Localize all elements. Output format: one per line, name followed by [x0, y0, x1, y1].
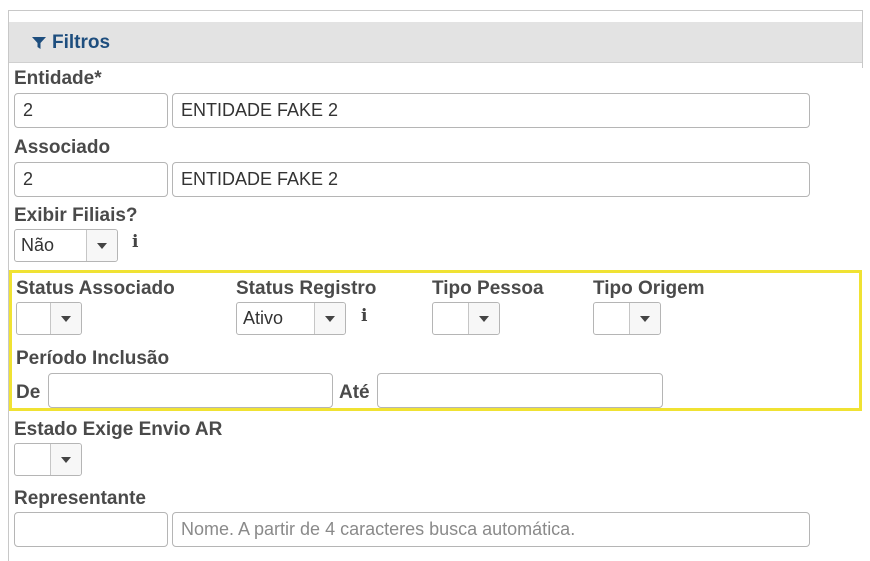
estado-exige-envio-ar-dropdown-button[interactable] — [50, 444, 81, 475]
exibir-filiais-value: Não — [21, 235, 55, 255]
entidade-code-input[interactable]: 2 — [14, 93, 168, 128]
filters-title-label: Filtros — [52, 32, 111, 53]
chevron-down-icon — [61, 456, 71, 463]
associado-name-input[interactable]: ENTIDADE FAKE 2 — [172, 162, 810, 197]
status-registro-dropdown-button[interactable] — [314, 303, 345, 334]
exibir-filiais-select[interactable]: Não — [14, 229, 118, 262]
status-associado-select[interactable] — [16, 302, 82, 335]
representante-code-input[interactable] — [14, 512, 168, 547]
tipo-origem-label: Tipo Origem — [593, 278, 705, 299]
periodo-ate-input[interactable] — [377, 373, 663, 408]
exibir-filiais-dropdown-button[interactable] — [86, 230, 117, 261]
tipo-origem-select[interactable] — [593, 302, 661, 335]
info-icon[interactable]: i — [132, 232, 138, 252]
entidade-name-input[interactable]: ENTIDADE FAKE 2 — [172, 93, 810, 128]
tipo-origem-value — [594, 303, 629, 334]
status-registro-select[interactable]: Ativo — [236, 302, 346, 335]
panel-border-right — [862, 10, 863, 68]
periodo-de-input[interactable] — [48, 373, 333, 408]
chevron-down-icon — [640, 315, 650, 322]
filters-panel-header[interactable]: Filtros — [9, 22, 862, 63]
associado-code-input[interactable]: 2 — [14, 162, 168, 197]
tipo-pessoa-label: Tipo Pessoa — [432, 278, 544, 299]
status-associado-dropdown-button[interactable] — [50, 303, 81, 334]
entidade-label: Entidade* — [14, 68, 102, 89]
representante-label: Representante — [14, 488, 146, 509]
estado-exige-envio-ar-select[interactable] — [14, 443, 82, 476]
chevron-down-icon — [61, 315, 71, 322]
status-registro-value: Ativo — [243, 308, 284, 328]
estado-exige-envio-ar-label: Estado Exige Envio AR — [14, 419, 223, 440]
tipo-pessoa-select[interactable] — [432, 302, 500, 335]
panel-border-top — [8, 10, 863, 11]
periodo-inclusao-label: Período Inclusão — [16, 348, 170, 369]
status-associado-label: Status Associado — [16, 278, 175, 299]
estado-exige-envio-ar-value — [15, 444, 50, 475]
periodo-ate-label: Até — [339, 382, 370, 403]
filter-icon — [32, 37, 46, 49]
chevron-down-icon — [479, 315, 489, 322]
tipo-pessoa-dropdown-button[interactable] — [468, 303, 499, 334]
status-registro-label: Status Registro — [236, 278, 377, 299]
associado-label: Associado — [14, 137, 111, 158]
exibir-filiais-label: Exibir Filiais? — [14, 205, 138, 226]
tipo-origem-dropdown-button[interactable] — [629, 303, 660, 334]
status-associado-value — [17, 303, 50, 334]
chevron-down-icon — [97, 242, 107, 249]
tipo-pessoa-value — [433, 303, 468, 334]
chevron-down-icon — [325, 315, 335, 322]
filters-title: Filtros — [32, 32, 110, 54]
periodo-de-label: De — [16, 382, 41, 403]
info-icon[interactable]: i — [361, 306, 367, 326]
representante-name-input[interactable]: Nome. A partir de 4 caracteres busca aut… — [172, 512, 810, 547]
